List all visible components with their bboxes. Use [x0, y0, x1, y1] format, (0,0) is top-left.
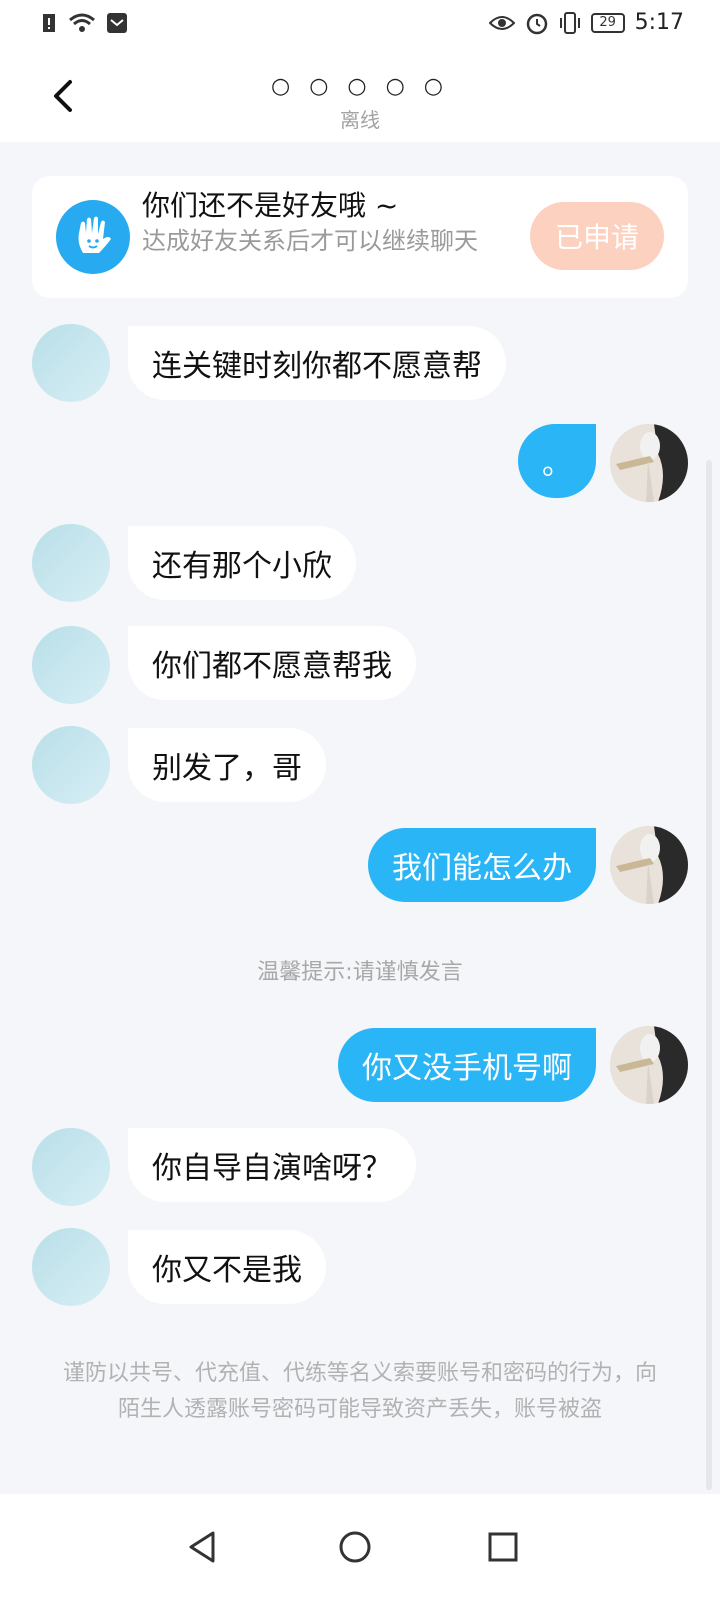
applied-button[interactable]: 已申请	[530, 202, 664, 270]
chat-header: ○ ○ ○ ○ ○ 离线	[0, 48, 720, 142]
avatar[interactable]	[32, 1128, 110, 1206]
message-bubble[interactable]: 你又没手机号啊	[338, 1028, 596, 1102]
nav-back-button[interactable]	[178, 1522, 228, 1572]
message-bubble[interactable]: 别发了，哥	[128, 728, 326, 802]
avatar[interactable]	[32, 324, 110, 402]
avatar[interactable]	[610, 826, 688, 904]
avatar[interactable]	[32, 524, 110, 602]
circle-home-icon	[339, 1531, 371, 1563]
status-time: 5:17	[634, 10, 684, 35]
safety-tip: 温馨提示:请谨慎发言	[257, 960, 463, 985]
vibrate-icon	[559, 11, 580, 34]
avatar[interactable]	[32, 726, 110, 804]
nav-recent-button[interactable]	[478, 1522, 528, 1572]
notice-description: 达成好友关系后才可以继续聊天	[142, 227, 478, 255]
status-right-icons: 29 5:17	[488, 10, 684, 35]
message-icon	[107, 13, 127, 33]
system-nav-bar	[0, 1494, 720, 1600]
avatar[interactable]	[610, 1026, 688, 1104]
avatar[interactable]	[610, 424, 688, 502]
alarm-icon	[526, 13, 547, 34]
notice-title: 你们还不是好友哦 ~	[142, 189, 399, 222]
message-bubble[interactable]: 还有那个小欣	[128, 526, 356, 600]
scrollbar[interactable]	[706, 460, 712, 1490]
message-bubble[interactable]: 。	[518, 424, 596, 498]
message-bubble[interactable]: 你自导自演啥呀？	[128, 1128, 416, 1202]
avatar[interactable]	[32, 626, 110, 704]
avatar[interactable]	[32, 1228, 110, 1306]
security-warning: 谨防以共号、代充值、代练等名义索要账号和密码的行为，向陌生人透露账号密码可能导致…	[62, 1361, 657, 1422]
triangle-back-icon	[189, 1531, 215, 1563]
battery-indicator: 29	[590, 12, 625, 33]
hand-wave-icon	[56, 200, 130, 274]
chat-title: ○ ○ ○ ○ ○	[271, 74, 449, 99]
eye-icon	[488, 15, 515, 30]
online-status: 离线	[340, 108, 380, 132]
message-bubble[interactable]: 你又不是我	[128, 1230, 326, 1304]
friend-notice-card: 你们还不是好友哦 ~ 达成好友关系后才可以继续聊天 已申请	[32, 176, 688, 298]
wifi-icon	[69, 13, 95, 32]
message-bubble[interactable]: 你们都不愿意帮我	[128, 626, 416, 700]
status-left-icons	[40, 12, 128, 34]
status-bar: 29 5:17	[0, 0, 720, 48]
square-recent-icon	[488, 1532, 518, 1562]
message-bubble[interactable]: 连关键时刻你都不愿意帮	[128, 326, 506, 400]
message-bubble[interactable]: 我们能怎么办	[368, 828, 596, 902]
alert-icon	[43, 14, 55, 32]
nav-home-button[interactable]	[330, 1522, 380, 1572]
